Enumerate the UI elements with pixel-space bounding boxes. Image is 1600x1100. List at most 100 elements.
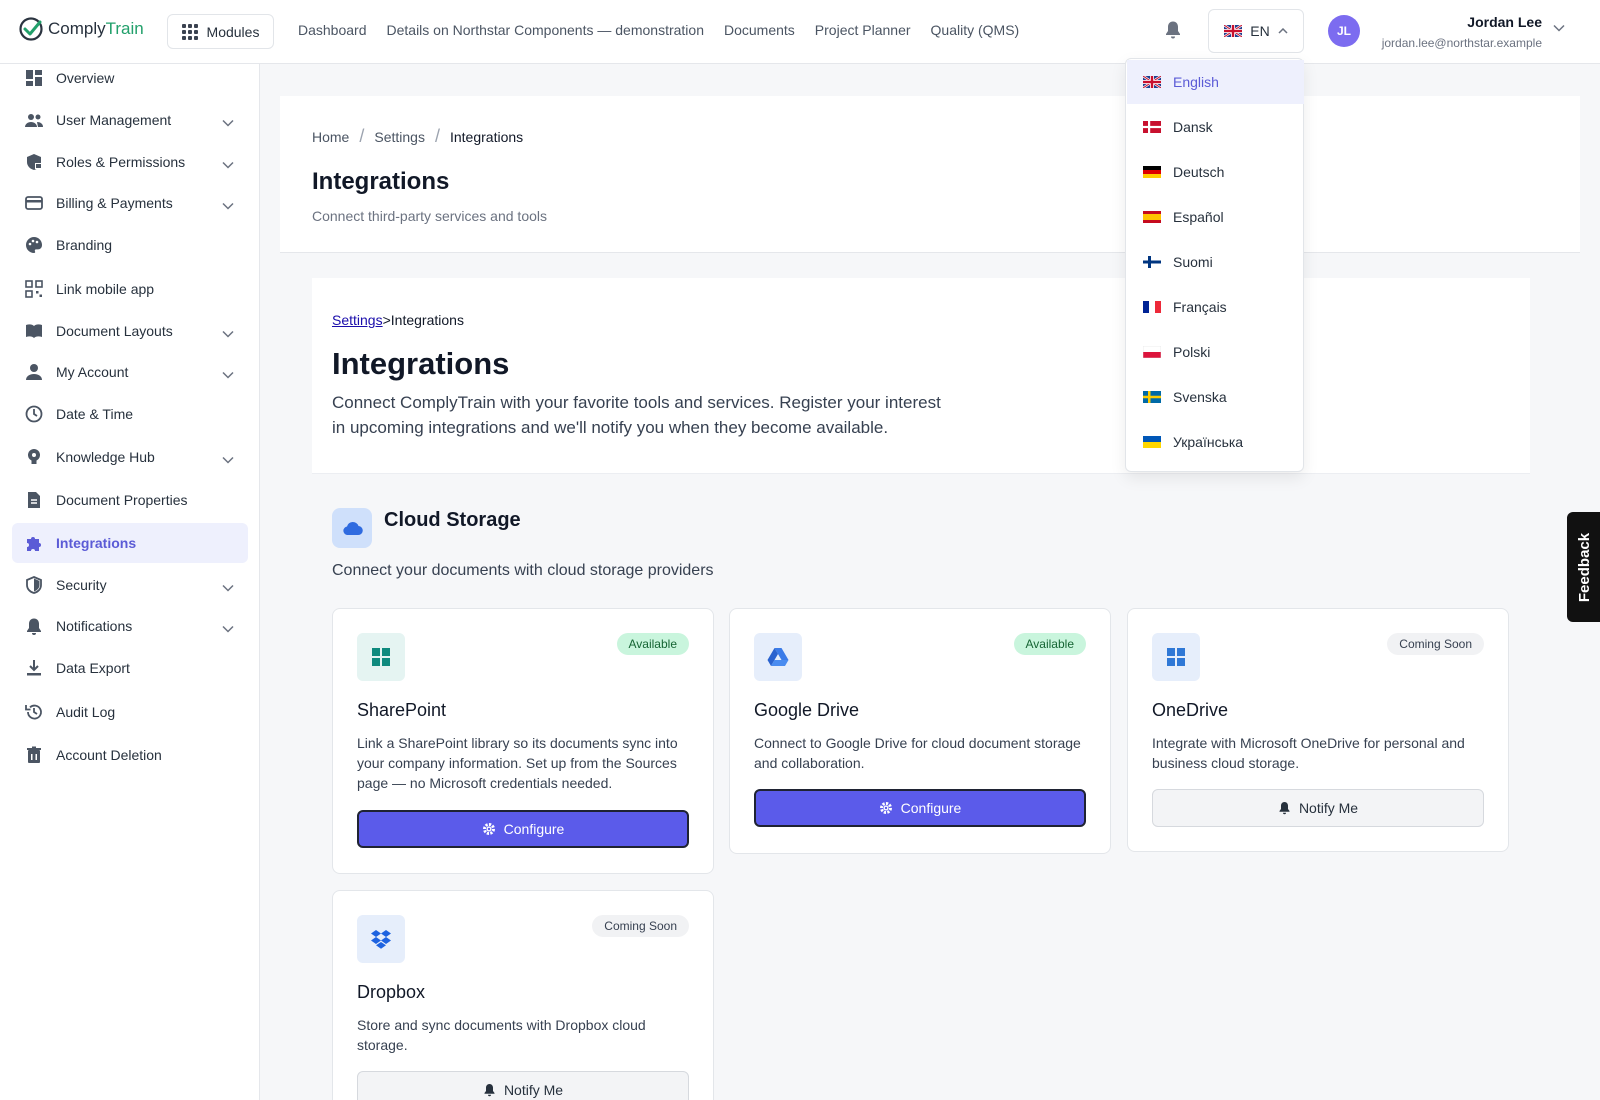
language-option-label: Українська — [1173, 434, 1244, 450]
sidebar-item-knowledge-hub[interactable]: Knowledge Hub — [12, 437, 248, 477]
sidebar-item-overview[interactable]: Overview — [12, 58, 248, 98]
sidebar-item-date-time[interactable]: Date & Time — [12, 394, 248, 434]
chevron-down-icon — [222, 114, 234, 130]
sidebar-item-link-mobile-app[interactable]: Link mobile app — [12, 269, 248, 309]
nav-dashboard[interactable]: Dashboard — [298, 22, 367, 38]
cloud-storage-subtitle: Connect your documents with cloud storag… — [332, 562, 714, 579]
status-badge: Coming Soon — [1387, 633, 1484, 655]
language-option-label: Suomi — [1173, 254, 1213, 270]
flag-icon — [1143, 256, 1161, 268]
nav-documents[interactable]: Documents — [724, 22, 795, 38]
user-name[interactable]: Jordan Lee — [1467, 14, 1542, 30]
flag-icon — [1143, 121, 1161, 133]
sidebar-item-label: Overview — [56, 70, 115, 86]
sidebar-item-integrations[interactable]: Integrations — [12, 523, 248, 563]
shield-icon — [24, 575, 44, 595]
page-subtitle: Connect third-party services and tools — [312, 208, 547, 224]
logo-check-icon — [19, 17, 43, 41]
sidebar-item-notifications[interactable]: Notifications — [12, 606, 248, 646]
document-icon — [24, 490, 44, 510]
notify-me-button[interactable]: Notify Me — [357, 1071, 689, 1100]
language-option[interactable]: Français — [1127, 285, 1304, 329]
chevron-down-icon — [222, 366, 234, 382]
configure-button[interactable]: Configure — [357, 810, 689, 848]
nav-project-planner[interactable]: Project Planner — [815, 22, 911, 38]
chevron-down-icon — [222, 451, 234, 467]
integration-card-onedrive: Coming Soon OneDrive Integrate with Micr… — [1127, 608, 1509, 852]
palette-icon — [24, 235, 44, 255]
sidebar-item-label: Roles & Permissions — [56, 154, 186, 170]
sidebar-item-label: Document Properties — [56, 492, 188, 508]
sidebar-item-billing-payments[interactable]: Billing & Payments — [12, 183, 248, 223]
notify-me-label: Notify Me — [1298, 800, 1359, 816]
integration-card-sharepoint: Available SharePoint Link a SharePoint l… — [332, 608, 714, 874]
language-option[interactable]: Español — [1127, 195, 1304, 239]
chevron-down-icon[interactable] — [1553, 24, 1565, 32]
inner-breadcrumb-separator: > — [382, 312, 391, 328]
sidebar-item-branding[interactable]: Branding — [12, 225, 248, 265]
nav-company-details[interactable]: Details on Northstar Components — demons… — [387, 22, 704, 38]
inner-breadcrumb-current: Integrations — [390, 312, 464, 328]
language-selector[interactable]: EN — [1208, 9, 1304, 53]
flag-icon — [1143, 301, 1161, 313]
breadcrumb-settings[interactable]: Settings — [374, 129, 425, 145]
integration-description: Store and sync documents with Dropbox cl… — [357, 1017, 646, 1053]
integration-card-google-drive: Available Google Drive Connect to Google… — [729, 608, 1111, 854]
feedback-tab[interactable]: Feedback — [1567, 512, 1600, 622]
integration-description: Connect to Google Drive for cloud docume… — [754, 735, 1081, 771]
modules-button[interactable]: Modules — [167, 14, 274, 49]
cloud-icon — [332, 508, 372, 548]
language-option-label: English — [1173, 74, 1219, 90]
chevron-down-icon — [222, 620, 234, 636]
language-option[interactable]: Dansk — [1127, 105, 1304, 149]
integrations-description: Connect ComplyTrain with your favorite t… — [332, 393, 941, 437]
breadcrumb-home[interactable]: Home — [312, 129, 349, 145]
sidebar-item-data-export[interactable]: Data Export — [12, 648, 248, 688]
puzzle-icon — [24, 533, 44, 553]
logo-text-comply: Comply — [48, 19, 106, 38]
sidebar-item-my-account[interactable]: My Account — [12, 352, 248, 392]
logo[interactable]: Comply Train — [18, 16, 144, 42]
language-option-label: Dansk — [1173, 119, 1213, 135]
integration-name: Dropbox — [357, 982, 426, 1002]
sidebar-item-label: Audit Log — [56, 704, 116, 720]
trash-icon — [24, 745, 44, 765]
chevron-down-icon — [222, 156, 234, 172]
credit-card-icon — [24, 193, 44, 213]
sidebar-item-account-deletion[interactable]: Account Deletion — [12, 735, 248, 775]
sidebar-item-user-management[interactable]: User Management — [12, 100, 248, 140]
chevron-down-icon — [222, 197, 234, 213]
shield-lock-icon — [24, 152, 44, 172]
language-option[interactable]: Polski — [1127, 330, 1304, 374]
language-option[interactable]: Українська — [1127, 420, 1304, 464]
notifications-bell-icon[interactable] — [1164, 20, 1182, 40]
language-option[interactable]: Svenska — [1127, 375, 1304, 419]
configure-button[interactable]: Configure — [754, 789, 1086, 827]
sidebar-item-audit-log[interactable]: Audit Log — [12, 692, 248, 732]
integrations-intro: Settings>Integrations Integrations Conne… — [312, 278, 1530, 474]
language-option[interactable]: Deutsch — [1127, 150, 1304, 194]
sidebar-item-roles-permissions[interactable]: Roles & Permissions — [12, 142, 248, 182]
sidebar-item-label: Date & Time — [56, 406, 134, 422]
sidebar-item-security[interactable]: Security — [12, 565, 248, 605]
sidebar-item-document-properties[interactable]: Document Properties — [12, 480, 248, 520]
notify-me-button[interactable]: Notify Me — [1152, 789, 1484, 827]
chevron-down-icon — [222, 579, 234, 595]
bell-icon — [484, 1084, 495, 1097]
language-option[interactable]: Suomi — [1127, 240, 1304, 284]
sidebar-item-label: User Management — [56, 112, 172, 128]
inner-breadcrumb-settings-link[interactable]: Settings — [332, 312, 383, 328]
cloud-storage-title: Cloud Storage — [384, 509, 521, 531]
page-title: Integrations — [312, 168, 450, 195]
uk-flag-icon — [1224, 25, 1243, 37]
gear-icon — [482, 823, 495, 835]
nav-quality[interactable]: Quality (QMS) — [931, 22, 1020, 38]
avatar[interactable]: JL — [1328, 15, 1360, 47]
sidebar-item-document-layouts[interactable]: Document Layouts — [12, 311, 248, 351]
breadcrumb-separator: / — [434, 126, 440, 146]
google-drive-icon — [754, 633, 802, 681]
notify-me-label: Notify Me — [503, 1082, 564, 1098]
language-option[interactable]: English — [1127, 60, 1304, 104]
language-option-label: Polski — [1173, 344, 1211, 360]
integration-name: Google Drive — [754, 700, 860, 720]
